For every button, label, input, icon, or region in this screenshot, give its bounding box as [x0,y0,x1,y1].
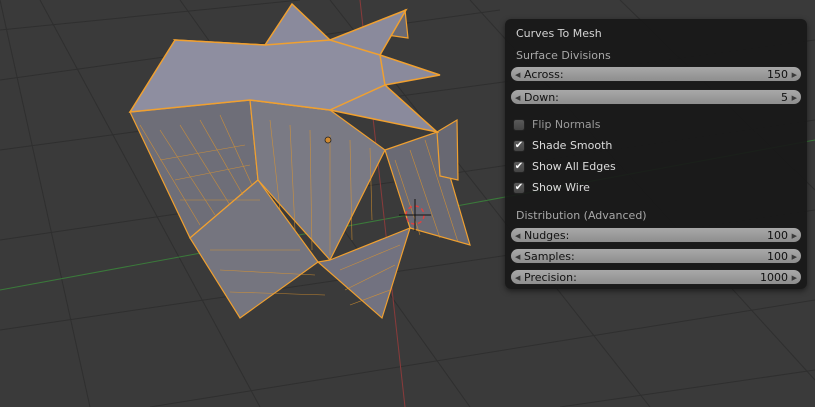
arrow-left-icon[interactable]: ◀ [515,270,520,286]
distribution-heading: Distribution (Advanced) [516,209,647,222]
down-label: Down: [524,91,559,104]
arrow-right-icon[interactable]: ▶ [792,270,797,286]
down-field[interactable]: ◀ Down: 5 ▶ [510,89,802,105]
surface-divisions-heading: Surface Divisions [516,49,611,62]
checkbox-box[interactable] [513,119,525,131]
arrow-right-icon[interactable]: ▶ [792,67,797,83]
arrow-left-icon[interactable]: ◀ [515,90,520,106]
precision-value: 1000 [760,271,788,284]
precision-field[interactable]: ◀ Precision: 1000 ▶ [510,269,802,285]
down-value: 5 [781,91,788,104]
nudges-value: 100 [767,229,788,242]
panel-title: Curves To Mesh [516,27,602,40]
arrow-right-icon[interactable]: ▶ [792,228,797,244]
checkmark-icon[interactable]: ✔ [513,140,525,152]
precision-label: Precision: [524,271,577,284]
checkmark-icon[interactable]: ✔ [513,182,525,194]
across-field[interactable]: ◀ Across: 150 ▶ [510,66,802,82]
arrow-right-icon[interactable]: ▶ [792,90,797,106]
shade-smooth-label: Shade Smooth [532,139,613,152]
arrow-left-icon[interactable]: ◀ [515,67,520,83]
checkmark-icon[interactable]: ✔ [513,161,525,173]
across-value: 150 [767,68,788,81]
samples-value: 100 [767,250,788,263]
arrow-right-icon[interactable]: ▶ [792,249,797,265]
across-label: Across: [524,68,564,81]
curves-to-mesh-panel: Curves To Mesh Surface Divisions ◀ Acros… [505,19,807,289]
samples-field[interactable]: ◀ Samples: 100 ▶ [510,248,802,264]
show-all-edges-label: Show All Edges [532,160,616,173]
arrow-left-icon[interactable]: ◀ [515,249,520,265]
origin-dot-icon [324,136,332,144]
arrow-left-icon[interactable]: ◀ [515,228,520,244]
star-mesh-object[interactable] [128,2,471,320]
show-wire-label: Show Wire [532,181,590,194]
nudges-label: Nudges: [524,229,570,242]
samples-label: Samples: [524,250,575,263]
flip-normals-label: Flip Normals [532,118,601,131]
nudges-field[interactable]: ◀ Nudges: 100 ▶ [510,227,802,243]
